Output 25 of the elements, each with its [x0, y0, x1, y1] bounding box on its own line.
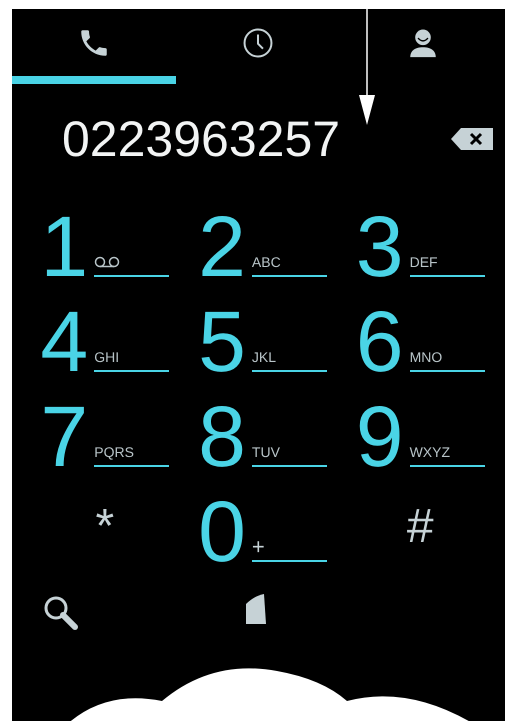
phone-number-field[interactable]: 0223963257: [62, 110, 451, 168]
dial-key[interactable]: 9 WXYZ: [356, 386, 485, 476]
dial-key[interactable]: 0+: [198, 482, 327, 572]
dial-key[interactable]: 8 TUV: [198, 386, 327, 476]
dial-key[interactable]: #: [406, 482, 434, 572]
backspace-icon[interactable]: [451, 128, 493, 150]
dial-key[interactable]: 2 ABC: [198, 196, 327, 286]
key-letters: JKL: [252, 348, 276, 364]
clock-icon: [241, 26, 276, 60]
dial-key[interactable]: 7 PQRS: [40, 386, 170, 476]
key-letters: MNO: [410, 348, 442, 364]
dial-key[interactable]: 1: [40, 196, 170, 286]
dial-key[interactable]: 5 JKL: [198, 292, 327, 382]
key-letters: DEF: [410, 254, 438, 270]
dial-key[interactable]: 6 MNO: [356, 292, 485, 382]
key-letters: PQRS: [94, 444, 134, 460]
key-letters: WXYZ: [410, 444, 450, 460]
key-letters: +: [252, 534, 265, 560]
key-letters: GHI: [94, 348, 120, 364]
dial-key[interactable]: *: [95, 482, 114, 572]
dial-key[interactable]: 3 DEF: [356, 196, 485, 286]
voicemail-icon: [94, 256, 120, 268]
key-letters: ABC: [252, 254, 281, 270]
dial-key[interactable]: 4 GHI: [40, 292, 170, 382]
key-letters: TUV: [252, 444, 280, 460]
